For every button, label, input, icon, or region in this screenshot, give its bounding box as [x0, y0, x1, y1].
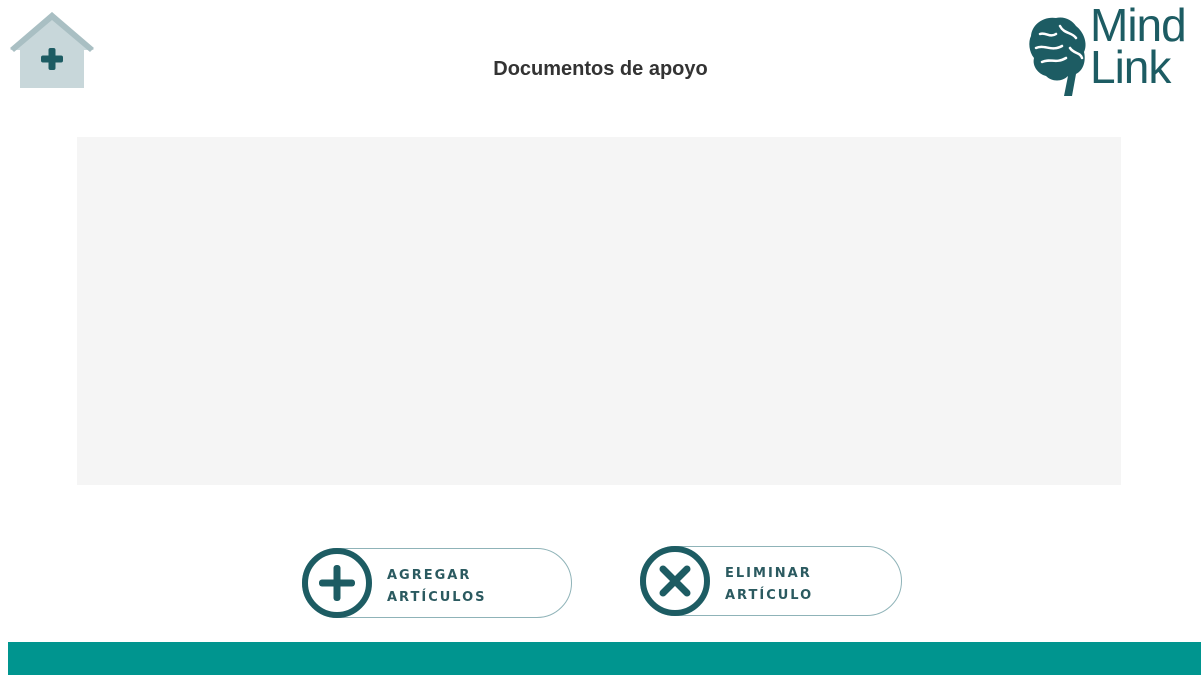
logo-line-mind: Mind — [1090, 0, 1187, 51]
footer-bar — [8, 642, 1201, 675]
plus-circle-icon — [301, 547, 373, 619]
remove-label-line1: ELIMINAR — [725, 566, 812, 581]
remove-label-line2: ARTÍCULO — [725, 588, 814, 603]
brain-icon — [1026, 12, 1088, 100]
add-articles-button[interactable]: AGREGAR ARTÍCULOS — [302, 548, 572, 618]
logo-text: Mind Link — [1090, 0, 1187, 93]
page: Documentos de apoyo Mind Link AGREGAR AR… — [0, 0, 1201, 675]
x-circle-icon — [639, 545, 711, 617]
documents-panel — [77, 137, 1121, 485]
logo-line-link: Link — [1090, 41, 1171, 93]
page-title: Documentos de apoyo — [493, 58, 708, 80]
add-articles-label: AGREGAR ARTÍCULOS — [387, 565, 487, 609]
add-label-line1: AGREGAR — [387, 568, 472, 583]
mindlink-logo: Mind Link — [1022, 0, 1200, 100]
add-label-line2: ARTÍCULOS — [387, 590, 487, 605]
remove-article-button[interactable]: ELIMINAR ARTÍCULO — [640, 546, 902, 616]
remove-article-label: ELIMINAR ARTÍCULO — [725, 563, 813, 607]
